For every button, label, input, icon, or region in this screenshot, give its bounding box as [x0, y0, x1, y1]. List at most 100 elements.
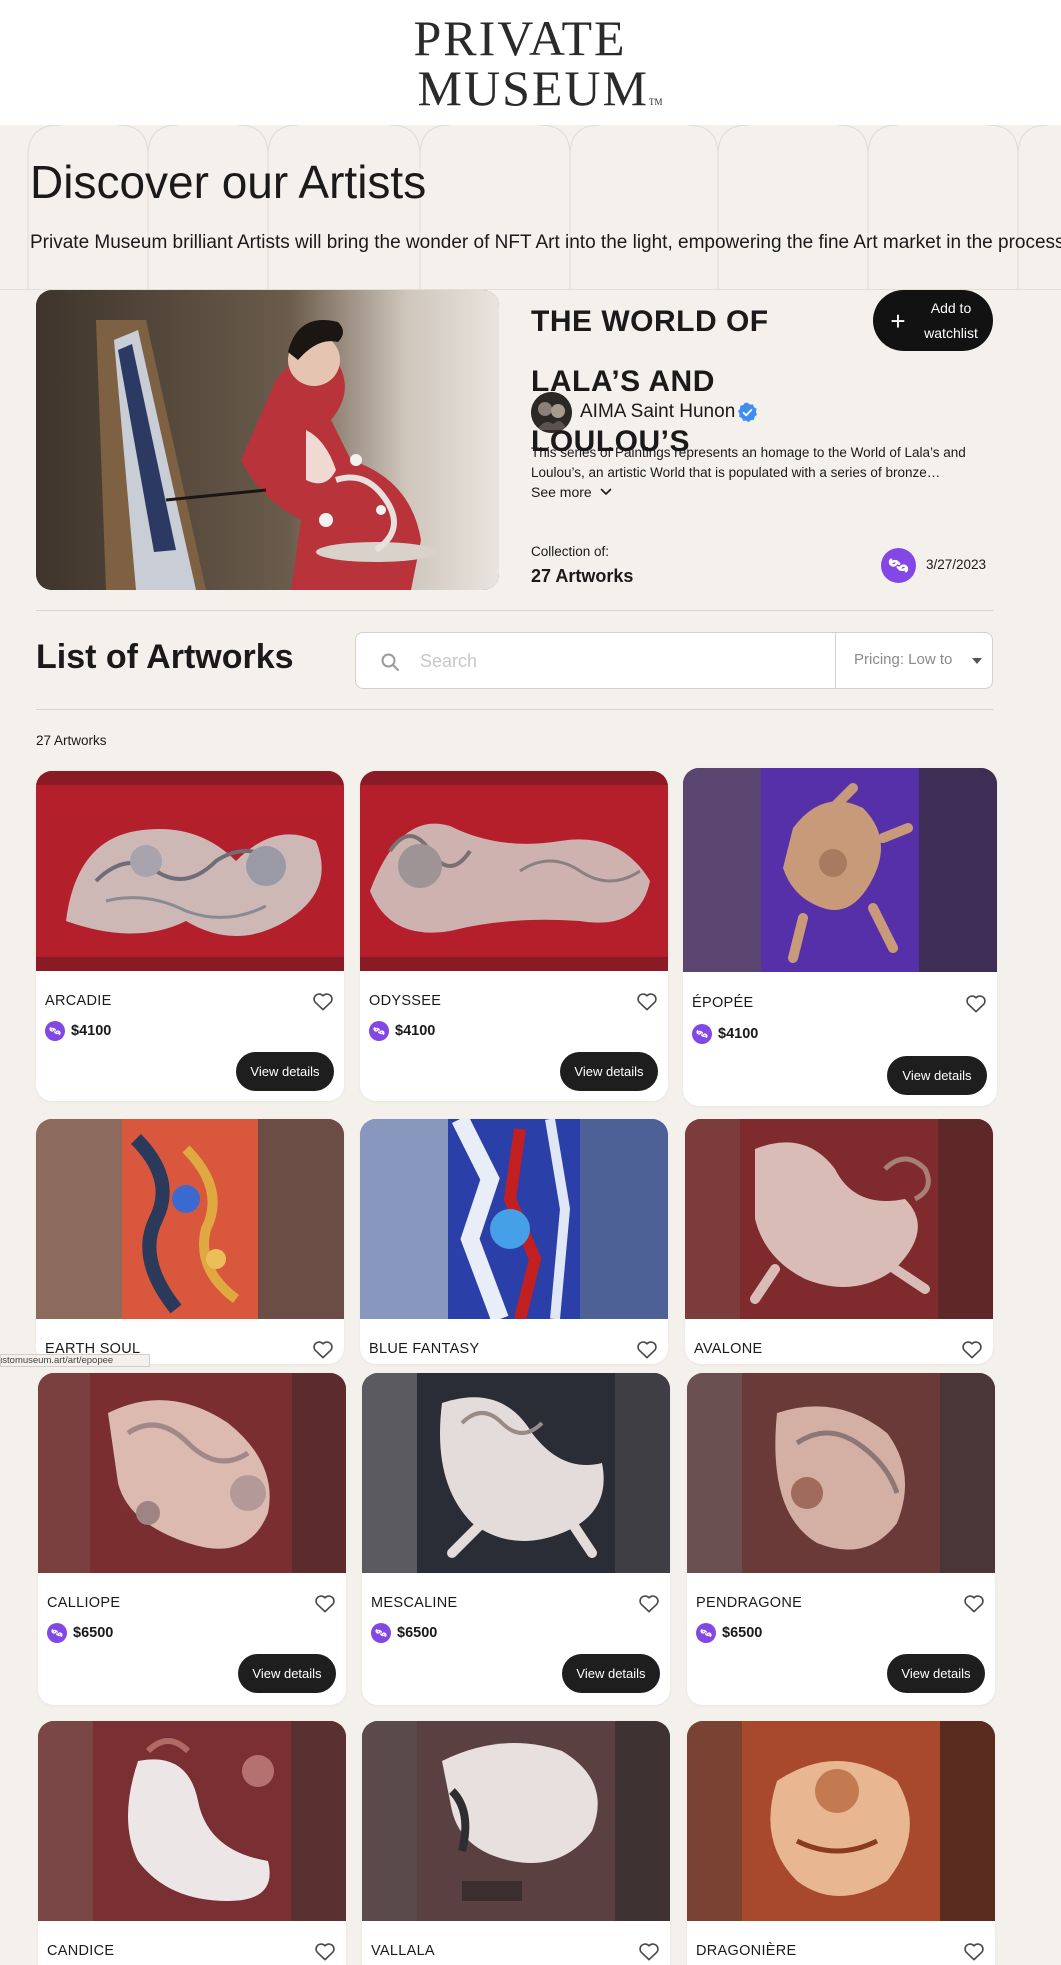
artwork-card-dragoniere[interactable]: DRAGONIÈRE [687, 1721, 995, 1965]
view-details-button[interactable]: View details [562, 1654, 660, 1693]
artwork-image[interactable] [685, 1119, 993, 1319]
verified-badge-icon [738, 402, 757, 423]
view-details-button[interactable]: View details [887, 1056, 987, 1095]
artwork-image[interactable] [683, 768, 997, 972]
artwork-card-candice[interactable]: CANDICE [38, 1721, 346, 1965]
artwork-image[interactable] [360, 771, 668, 971]
heart-icon[interactable] [963, 1593, 985, 1613]
artwork-card-epopee[interactable]: ÉPOPÉE $4100 View details [683, 768, 997, 1106]
hero-section: Discover our Artists Private Museum bril… [0, 125, 1061, 290]
logo-line-1: PRIVATE [413, 10, 627, 66]
artworks-count: 27 Artworks [36, 733, 107, 748]
artwork-name: CALLIOPE [47, 1595, 121, 1611]
price-row: $4100 [692, 1024, 758, 1044]
artwork-image[interactable] [38, 1721, 346, 1921]
heart-icon[interactable] [636, 991, 658, 1011]
see-more-link[interactable]: See more [531, 484, 612, 500]
artwork-card-pendragone[interactable]: PENDRAGONE $6500 View details [687, 1373, 995, 1705]
collection-artwork-count: 27 Artworks [531, 566, 634, 586]
heart-icon[interactable] [312, 1339, 334, 1359]
price-row: $4100 [369, 1021, 435, 1041]
logo-line-2-text: MUSEUM [417, 60, 649, 116]
heart-icon[interactable] [638, 1941, 660, 1961]
author-name[interactable]: AIMA Saint Hunon [580, 401, 735, 423]
plus-icon: + [890, 305, 906, 336]
logo-trademark: TM [648, 97, 663, 107]
artwork-name: CANDICE [47, 1943, 115, 1959]
artwork-name: MESCALINE [371, 1595, 458, 1611]
collection-of-label: Collection of: [531, 544, 610, 559]
artwork-name: DRAGONIÈRE [696, 1943, 797, 1959]
polygon-chain-icon [696, 1623, 716, 1643]
watchlist-label: Add to watchlist [924, 299, 978, 341]
artwork-image[interactable] [36, 1119, 344, 1319]
see-more-label: See more [531, 484, 592, 500]
artwork-name: BLUE FANTASY [369, 1341, 480, 1357]
artwork-price: $6500 [722, 1625, 763, 1641]
section-divider [36, 709, 993, 710]
artwork-price: $6500 [73, 1625, 114, 1641]
view-details-button[interactable]: View details [887, 1654, 985, 1693]
artwork-name: AVALONE [694, 1341, 763, 1357]
collection-date: 3/27/2023 [926, 557, 987, 572]
heart-icon[interactable] [636, 1339, 658, 1359]
artwork-name: VALLALA [371, 1943, 435, 1959]
price-row: $6500 [371, 1623, 437, 1643]
view-details-button[interactable]: View details [236, 1052, 334, 1091]
polygon-chain-icon [371, 1623, 391, 1643]
artwork-image[interactable] [360, 1119, 668, 1319]
artwork-image[interactable] [687, 1373, 995, 1573]
artwork-image[interactable] [38, 1373, 346, 1573]
caret-down-icon [972, 658, 982, 664]
heart-icon[interactable] [312, 991, 334, 1011]
logo-line-2: MUSEUMTM [370, 62, 670, 128]
artwork-image[interactable] [36, 771, 344, 971]
artwork-card-vallala[interactable]: VALLALA [362, 1721, 670, 1965]
heart-icon[interactable] [963, 1941, 985, 1961]
artwork-image[interactable] [362, 1721, 670, 1921]
artwork-card-blue-fantasy[interactable]: BLUE FANTASY [360, 1119, 668, 1364]
price-row: $4100 [45, 1021, 111, 1041]
artwork-name: ODYSSEE [369, 993, 442, 1009]
artwork-card-calliope[interactable]: CALLIOPE $6500 View details [38, 1373, 346, 1705]
artwork-image[interactable] [362, 1373, 670, 1573]
artwork-card-avalone[interactable]: AVALONE [685, 1119, 993, 1364]
artwork-card-odyssee[interactable]: ODYSSEE $4100 View details [360, 771, 668, 1101]
link-status-tooltip: ustomuseum.art/art/epopee [0, 1354, 150, 1367]
artwork-image[interactable] [687, 1721, 995, 1921]
polygon-chain-icon [692, 1024, 712, 1044]
artwork-price: $4100 [718, 1026, 759, 1042]
artwork-price: $4100 [71, 1023, 112, 1039]
polygon-chain-icon [369, 1021, 389, 1041]
add-to-watchlist-button[interactable]: + Add to watchlist [873, 290, 993, 351]
artwork-card-arcadie[interactable]: ARCADIE $4100 View details [36, 771, 344, 1101]
page-title: Discover our Artists [30, 156, 427, 208]
search-icon [381, 653, 399, 671]
artwork-name: ÉPOPÉE [692, 995, 754, 1011]
heart-icon[interactable] [314, 1593, 336, 1613]
price-row: $6500 [696, 1623, 762, 1643]
search-input[interactable] [420, 646, 810, 676]
collection-cover-image [36, 290, 499, 590]
author-avatar[interactable] [531, 392, 572, 433]
price-row: $6500 [47, 1623, 113, 1643]
heart-icon[interactable] [638, 1593, 660, 1613]
chevron-down-icon [600, 488, 612, 495]
view-details-button[interactable]: View details [560, 1052, 658, 1091]
heart-icon[interactable] [965, 993, 987, 1013]
private-museum-logo[interactable]: PRIVATE MUSEUMTM [370, 10, 670, 124]
sort-pricing-label: Pricing: Low to [854, 651, 953, 668]
polygon-chain-icon [47, 1623, 67, 1643]
sort-pricing-select[interactable]: Pricing: Low to [836, 633, 993, 688]
artwork-card-earth-soul[interactable]: EARTH SOUL [36, 1119, 344, 1364]
polygon-chain-icon [45, 1021, 65, 1041]
artwork-name: PENDRAGONE [696, 1595, 803, 1611]
section-divider [36, 610, 993, 611]
top-bar: PRIVATE MUSEUMTM [0, 0, 1061, 125]
artwork-name: ARCADIE [45, 993, 112, 1009]
search-bar: Pricing: Low to [355, 632, 993, 689]
view-details-button[interactable]: View details [238, 1654, 336, 1693]
artwork-card-mescaline[interactable]: MESCALINE $6500 View details [362, 1373, 670, 1705]
heart-icon[interactable] [314, 1941, 336, 1961]
heart-icon[interactable] [961, 1339, 983, 1359]
